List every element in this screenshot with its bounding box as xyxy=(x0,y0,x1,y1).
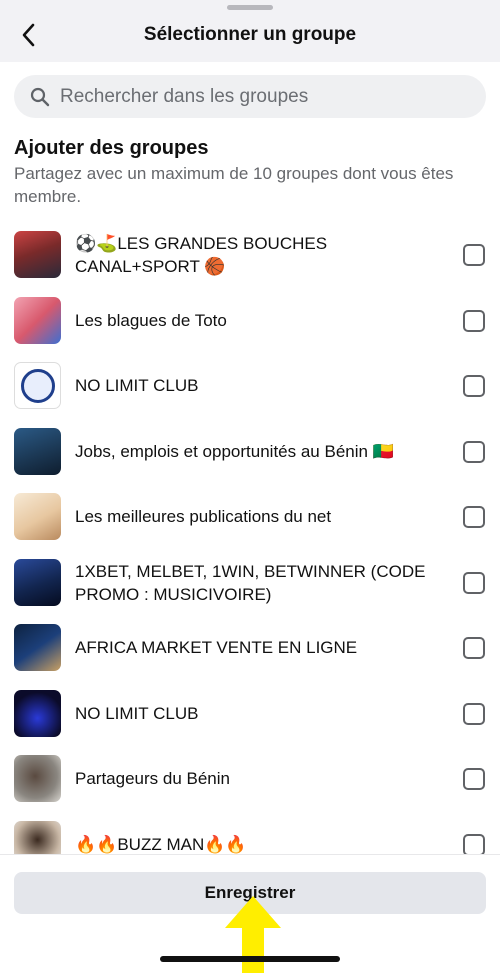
group-checkbox[interactable] xyxy=(463,636,485,659)
group-thumbnail xyxy=(14,624,61,671)
group-name: AFRICA MARKET VENTE EN LIGNE xyxy=(75,638,358,657)
group-thumbnail xyxy=(14,559,61,606)
group-thumbnail xyxy=(14,493,61,540)
group-name: ⚽️⛳️LES GRANDES BOUCHES CANAL+SPORT 🏀 xyxy=(75,233,328,276)
group-checkbox[interactable] xyxy=(463,243,485,266)
group-thumbnail xyxy=(14,428,61,475)
group-row[interactable]: NO LIMIT CLUB xyxy=(0,681,500,746)
group-row[interactable]: Jobs, emplois et opportunités au Bénin 🇧… xyxy=(0,419,500,484)
group-checkbox[interactable] xyxy=(463,374,485,397)
group-row[interactable]: 1XBET, MELBET, 1WIN, BETWINNER (CODE PRO… xyxy=(0,550,500,615)
search-icon xyxy=(30,87,50,106)
section-title: Ajouter des groupes xyxy=(14,137,209,159)
group-checkbox[interactable] xyxy=(463,505,485,528)
section-subtitle: Partagez avec un maximum de 10 groupes d… xyxy=(14,164,454,206)
group-name: Jobs, emplois et opportunités au Bénin 🇧… xyxy=(75,442,394,461)
search-input[interactable] xyxy=(60,85,460,108)
home-indicator xyxy=(160,956,340,962)
group-name: Les meilleures publications du net xyxy=(75,507,332,526)
group-row[interactable]: Les blagues de Toto xyxy=(0,288,500,353)
group-row[interactable]: Les meilleures publications du net xyxy=(0,484,500,549)
group-thumbnail xyxy=(14,362,61,409)
group-thumbnail xyxy=(14,297,61,344)
group-checkbox[interactable] xyxy=(463,702,485,725)
group-name: Partageurs du Bénin xyxy=(75,769,230,788)
group-row[interactable]: NO LIMIT CLUB xyxy=(0,353,500,418)
group-checkbox[interactable] xyxy=(463,440,485,463)
page-title: Sélectionner un groupe xyxy=(143,24,357,45)
group-name: NO LIMIT CLUB xyxy=(75,376,199,395)
group-row[interactable]: 🔥🔥BUZZ MAN🔥🔥 xyxy=(0,812,500,854)
group-checkbox[interactable] xyxy=(463,571,485,594)
group-checkbox[interactable] xyxy=(463,833,485,854)
group-thumbnail xyxy=(14,755,61,802)
group-row[interactable]: ⚽️⛳️LES GRANDES BOUCHES CANAL+SPORT 🏀 xyxy=(0,222,500,287)
group-checkbox[interactable] xyxy=(463,309,485,332)
sheet-grabber[interactable] xyxy=(227,5,273,10)
group-thumbnail xyxy=(14,690,61,737)
group-row[interactable]: Partageurs du Bénin xyxy=(0,746,500,811)
group-name: NO LIMIT CLUB xyxy=(75,704,199,723)
group-checkbox[interactable] xyxy=(463,767,485,790)
group-thumbnail xyxy=(14,821,61,854)
group-name: 🔥🔥BUZZ MAN🔥🔥 xyxy=(75,835,247,854)
search-field[interactable] xyxy=(14,75,486,118)
group-name: Les blagues de Toto xyxy=(75,311,227,330)
header-bar: Sélectionner un groupe xyxy=(0,0,500,62)
group-row[interactable]: AFRICA MARKET VENTE EN LIGNE xyxy=(0,615,500,680)
group-name: 1XBET, MELBET, 1WIN, BETWINNER (CODE PRO… xyxy=(75,561,426,604)
group-list[interactable]: ⚽️⛳️LES GRANDES BOUCHES CANAL+SPORT 🏀 Le… xyxy=(0,222,500,854)
group-thumbnail xyxy=(14,231,61,278)
